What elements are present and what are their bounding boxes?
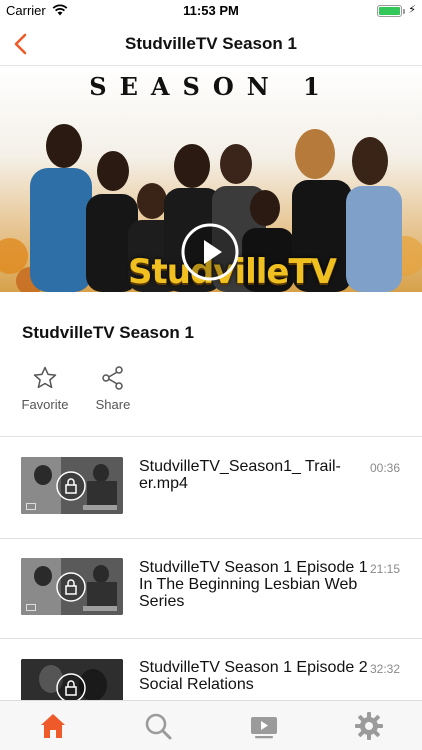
episode-thumbnail (21, 558, 123, 615)
episode-title: StudvilleTV Season 1 Episode 1 In The Be… (139, 559, 368, 610)
episode-duration: 21:15 (369, 562, 400, 576)
lock-icon (56, 471, 86, 501)
page-title: StudvilleTV Season 1 (125, 34, 297, 53)
episode-duration: 00:36 (369, 461, 400, 475)
share-icon (102, 366, 123, 390)
list-item[interactable]: StudvilleTV Season 1 Episode 2 Social Re… (0, 639, 422, 700)
battery-icon (377, 5, 405, 17)
navigation-bar: StudvilleTV Season 1 (0, 22, 422, 66)
share-button[interactable]: Share (92, 365, 134, 412)
video-icon[interactable] (249, 711, 279, 741)
status-bar: Carrier 11:53 PM ⚡ (0, 0, 422, 22)
episode-thumbnail (21, 659, 123, 700)
search-icon[interactable] (143, 711, 173, 741)
gear-icon[interactable] (354, 711, 384, 741)
episode-title: StudvilleTV Season 1 Episode 2 Social Re… (139, 659, 368, 693)
play-icon[interactable] (180, 222, 240, 282)
list-item[interactable]: StudvilleTV Season 1 Episode 1 In The Be… (0, 539, 422, 640)
episode-title: StudvilleTV_Season1_ Trail- er.mp4 (139, 458, 341, 492)
lock-icon (56, 572, 86, 602)
episode-duration: 32:32 (369, 662, 400, 676)
favorite-label: Favorite (21, 397, 69, 412)
star-icon (33, 366, 57, 389)
video-banner[interactable]: SEASON 1 StudvilleTV (0, 66, 422, 292)
episode-thumbnail (21, 457, 123, 514)
favorite-button[interactable]: Favorite (20, 365, 70, 412)
list-item[interactable]: StudvilleTV_Season1_ Trail- er.mp4 00:36 (0, 437, 422, 538)
charging-icon: ⚡ (408, 4, 416, 16)
lock-icon (56, 673, 86, 700)
share-label: Share (95, 397, 131, 412)
tab-bar (0, 700, 422, 750)
clock: 11:53 PM (183, 3, 239, 18)
banner-heading: SEASON 1 (89, 72, 333, 101)
home-icon[interactable] (38, 711, 68, 741)
video-title: StudvilleTV Season 1 (22, 323, 194, 342)
